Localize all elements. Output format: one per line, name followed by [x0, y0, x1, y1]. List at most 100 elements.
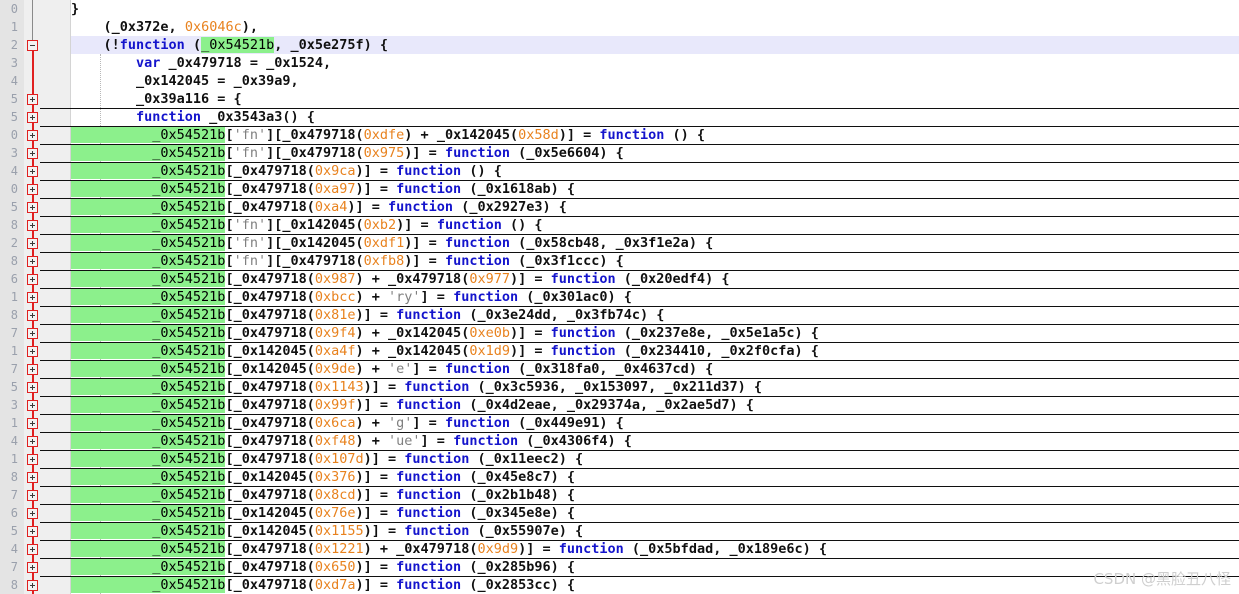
identifier-token: _0x2ae5d7 [656, 397, 730, 413]
fold-expand-icon[interactable] [27, 130, 38, 141]
fold-expand-icon[interactable] [27, 328, 38, 339]
punctuation-token: ( [615, 271, 632, 287]
punctuation-token: [ [225, 559, 234, 575]
fold-expand-icon[interactable] [27, 256, 38, 267]
line-number: 5 [10, 92, 18, 106]
punctuation-token: ) { [599, 145, 624, 161]
code-line[interactable]: 5 _0x54521b[_0x479718(0xa4)] = function … [0, 198, 1239, 216]
code-line[interactable]: 5 _0x39a116 = { [0, 90, 1239, 108]
code-line[interactable]: 1 (_0x372e, 0x6046c), [0, 18, 1239, 36]
code-line[interactable]: 8 _0x54521b[_0x479718(0xd7a)] = function… [0, 576, 1239, 594]
code-line[interactable]: 7 _0x54521b[_0x479718(0x8cd)] = function… [0, 486, 1239, 504]
code-line[interactable]: 7 _0x54521b[_0x479718(0x9f4) + _0x142045… [0, 324, 1239, 342]
fold-expand-icon[interactable] [27, 508, 38, 519]
identifier-token: _0x20edf4 [631, 271, 706, 287]
search-match-highlight: _0x54521b [71, 451, 226, 467]
identifier-token: _0x3f1ccc [526, 253, 600, 269]
fold-expand-icon[interactable] [27, 292, 38, 303]
punctuation-token: )] = [355, 307, 397, 323]
code-text: function _0x3543a3() { [71, 108, 315, 126]
code-line[interactable]: 7 _0x54521b[_0x142045(0x9de) + 'e'] = fu… [0, 360, 1239, 378]
fold-expand-icon[interactable] [27, 274, 38, 285]
punctuation-token: ( [509, 415, 527, 431]
punctuation-token: ] = [412, 361, 445, 377]
fold-expand-icon[interactable] [27, 490, 38, 501]
code-line[interactable]: 5 _0x54521b[_0x142045(0x1155)] = functio… [0, 522, 1239, 540]
fold-collapse-icon[interactable] [27, 40, 38, 51]
code-text: _0x142045 = _0x39a9, [71, 72, 299, 90]
identifier-token: _0x479718 [233, 325, 307, 341]
code-line[interactable]: 1 _0x54521b[_0x479718(0x6ca) + 'g'] = fu… [0, 414, 1239, 432]
identifier-token: _0x142045 [436, 127, 510, 143]
fold-expand-icon[interactable] [27, 472, 38, 483]
code-line[interactable]: 5 function _0x3543a3() { [0, 108, 1239, 126]
code-line[interactable]: 8 _0x54521b[_0x479718(0x81e)] = function… [0, 306, 1239, 324]
code-line[interactable]: 1 _0x54521b[_0x142045(0xa4f) + _0x142045… [0, 342, 1239, 360]
punctuation-token: ) { [599, 253, 624, 269]
fold-expand-icon[interactable] [27, 202, 38, 213]
code-line[interactable]: 4 _0x54521b[_0x479718(0x9ca)] = function… [0, 162, 1239, 180]
code-line[interactable]: 1 _0x54521b[_0x479718(0xbcc) + 'ry'] = f… [0, 288, 1239, 306]
fold-expand-icon[interactable] [27, 112, 38, 123]
number-token: 0x99f [314, 397, 356, 413]
keyword-token: function [453, 433, 519, 449]
identifier-token: _0x479718 [282, 145, 356, 161]
fold-expand-icon[interactable] [27, 310, 38, 321]
fold-expand-icon[interactable] [27, 238, 38, 249]
keyword-token: function [550, 325, 616, 341]
code-line-selected[interactable]: 2 (!function (_0x54521b, _0x5e275f) { [0, 36, 1239, 54]
punctuation-token: ) { [542, 199, 567, 215]
punctuation-token: ) { [550, 577, 575, 593]
code-line[interactable]: 0 _0x54521b['fn'][_0x479718(0xdfe) + _0x… [0, 126, 1239, 144]
punctuation-token: ( [306, 325, 315, 341]
fold-expand-icon[interactable] [27, 148, 38, 159]
identifier-token: _0x2927e3 [469, 199, 543, 215]
code-line[interactable]: 5 _0x54521b[_0x479718(0x1143)] = functio… [0, 378, 1239, 396]
code-line[interactable]: 2 _0x54521b['fn'][_0x142045(0xdf1)] = fu… [0, 234, 1239, 252]
code-line[interactable]: 7 _0x54521b[_0x479718(0x650)] = function… [0, 558, 1239, 576]
code-line[interactable]: 6 _0x54521b[_0x142045(0x76e)] = function… [0, 504, 1239, 522]
fold-expand-icon[interactable] [27, 166, 38, 177]
code-line[interactable]: 3 _0x54521b['fn'][_0x479718(0x975)] = fu… [0, 144, 1239, 162]
line-number: 8 [10, 218, 18, 232]
fold-expand-icon[interactable] [27, 382, 38, 393]
code-editor[interactable]: 0} 1 (_0x372e, 0x6046c), 2 (!function (_0x… [0, 0, 1239, 594]
identifier-token: _0x2b1b48 [477, 487, 551, 503]
identifier-token: _0x479718 [233, 541, 307, 557]
code-line[interactable]: 8 _0x54521b['fn'][_0x142045(0xb2)] = fun… [0, 216, 1239, 234]
code-line[interactable]: 0 _0x54521b[_0x479718(0xa97)] = function… [0, 180, 1239, 198]
line-number: 7 [10, 560, 18, 574]
fold-expand-icon[interactable] [27, 418, 38, 429]
code-line[interactable]: 4 _0x142045 = _0x39a9, [0, 72, 1239, 90]
fold-expand-icon[interactable] [27, 544, 38, 555]
fold-expand-icon[interactable] [27, 364, 38, 375]
code-line[interactable]: 3 _0x54521b[_0x479718(0x99f)] = function… [0, 396, 1239, 414]
code-line[interactable]: 0} [0, 0, 1239, 18]
fold-expand-icon[interactable] [27, 580, 38, 591]
number-token: 0x9de [314, 361, 356, 377]
fold-expand-icon[interactable] [27, 526, 38, 537]
keyword-token: function [388, 199, 454, 215]
code-line[interactable]: 8 _0x54521b[_0x142045(0x376)] = function… [0, 468, 1239, 486]
identifier-token: _0x142045 [282, 217, 356, 233]
fold-expand-icon[interactable] [27, 400, 38, 411]
code-line[interactable]: 3 var _0x479718 = _0x1524, [0, 54, 1239, 72]
code-line[interactable]: 1 _0x54521b[_0x479718(0x107d)] = functio… [0, 450, 1239, 468]
fold-expand-icon[interactable] [27, 454, 38, 465]
fold-expand-icon[interactable] [27, 346, 38, 357]
fold-expand-icon[interactable] [27, 220, 38, 231]
keyword-token: function [71, 109, 202, 125]
code-line[interactable]: 4 _0x54521b[_0x479718(0xf48) + 'ue'] = f… [0, 432, 1239, 450]
punctuation-token: ( [461, 487, 478, 503]
code-line[interactable]: 8 _0x54521b['fn'][_0x479718(0xfb8)] = fu… [0, 252, 1239, 270]
fold-expand-icon[interactable] [27, 562, 38, 573]
fold-expand-icon[interactable] [27, 436, 38, 447]
code-line[interactable]: 6 _0x54521b[_0x479718(0x987) + _0x479718… [0, 270, 1239, 288]
code-line[interactable]: 4 _0x54521b[_0x479718(0x1221) + _0x47971… [0, 540, 1239, 558]
search-match-highlight: _0x54521b [71, 577, 226, 593]
punctuation-token: [ [225, 289, 234, 305]
fold-expand-icon[interactable] [27, 184, 38, 195]
fold-expand-icon[interactable] [27, 94, 38, 105]
identifier-token: _0x479718 [233, 415, 307, 431]
punctuation-token: [ [225, 163, 234, 179]
